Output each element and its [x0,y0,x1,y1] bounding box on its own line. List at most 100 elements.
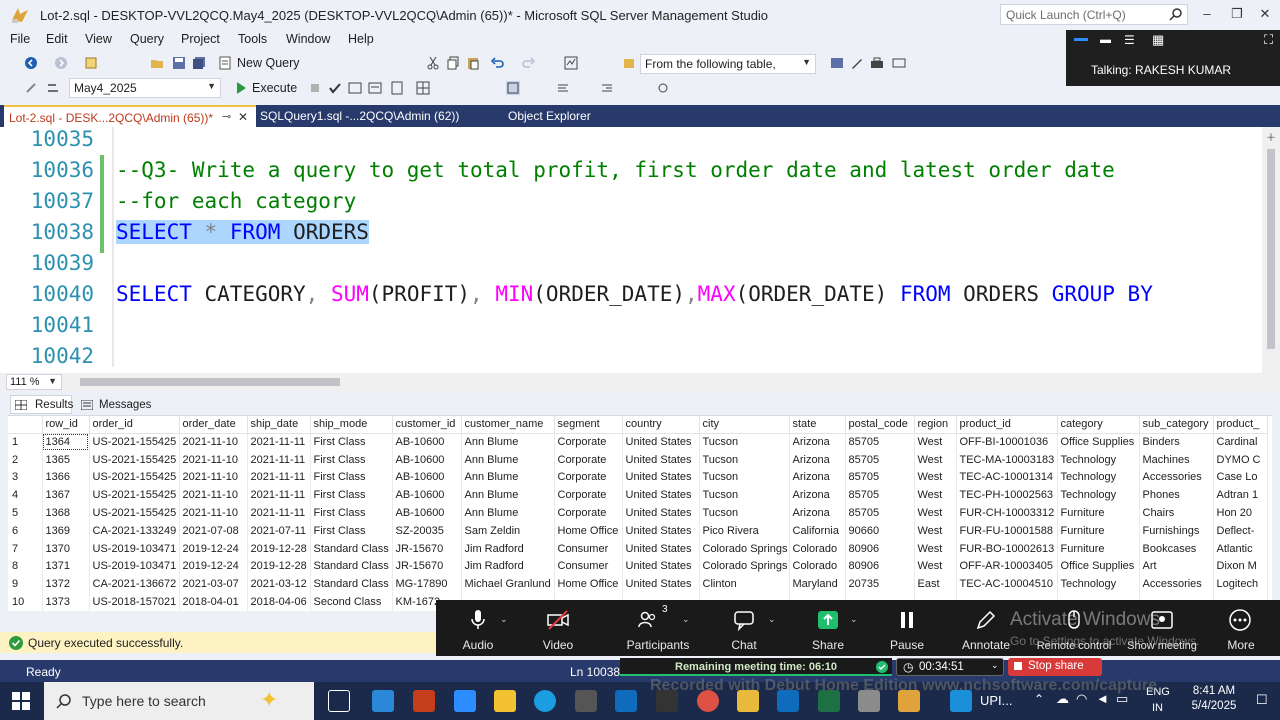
table-cell[interactable]: Technology [1057,468,1140,487]
row-number-cell[interactable]: 6 [8,521,43,540]
column-header[interactable]: order_date [179,416,248,434]
table-cell[interactable]: 2021-11-11 [247,504,311,522]
table-cell[interactable]: AB-10600 [392,468,462,487]
table-cell[interactable]: Tucson [699,468,790,487]
task-view-icon[interactable] [328,690,350,712]
specify-values-icon[interactable] [656,81,670,95]
table-cell[interactable]: 2021-11-10 [179,450,248,469]
comment-out-icon[interactable] [556,81,570,95]
table-cell[interactable]: Ann Blume [461,468,555,487]
table-cell[interactable]: Corporate [554,468,623,487]
table-cell[interactable]: First Class [310,468,393,487]
editor-vertical-scrollbar[interactable]: ＋ [1262,127,1280,373]
table-cell[interactable]: Jim Radford [461,557,555,576]
table-cell[interactable]: Binders [1139,433,1214,451]
table-cell[interactable]: Phones [1139,486,1214,505]
table-cell[interactable]: 1367 [42,486,90,505]
table-cell[interactable]: Furniture [1057,539,1140,558]
table-cell[interactable]: Arizona [789,504,846,522]
table-cell[interactable]: 1364 [42,433,90,451]
table-cell[interactable]: 2021-11-10 [179,486,248,505]
windows-start-icon[interactable] [12,692,30,710]
find-icon[interactable] [622,56,636,70]
table-cell[interactable]: First Class [310,450,393,469]
pause-button[interactable]: Pause [867,600,947,656]
new-project-icon[interactable] [84,56,98,70]
table-cell[interactable]: Logitech [1213,575,1268,594]
table-cell[interactable]: Dixon M [1213,557,1268,576]
table-cell[interactable]: TEC-PH-10002563 [956,486,1058,505]
minimize-indicator-icon[interactable] [1074,38,1088,41]
menu-window[interactable]: Window [286,32,330,46]
table-cell[interactable]: Furnishings [1139,521,1214,540]
database-combo[interactable]: May4_2025 ▼ [69,78,221,98]
table-cell[interactable]: Pico Rivera [699,521,790,540]
table-cell[interactable]: Art [1139,557,1214,576]
table-cell[interactable]: 85705 [845,433,915,451]
audio-button[interactable]: ⌄ Audio [438,600,518,656]
powerpoint-icon[interactable] [413,690,435,712]
column-header[interactable]: country [622,416,700,434]
table-cell[interactable]: 80906 [845,539,915,558]
save-all-icon[interactable] [192,56,206,70]
options-icon[interactable] [892,56,906,70]
chevron-up-icon[interactable]: ⌄ [768,614,776,625]
table-cell[interactable]: JR-15670 [392,539,462,558]
row-number-cell[interactable]: 5 [8,504,43,522]
table-cell[interactable]: Consumer [554,539,623,558]
table-cell[interactable]: Technology [1057,575,1140,594]
table-cell[interactable]: TEC-AC-10004510 [956,575,1058,594]
table-cell[interactable]: Office Supplies [1057,433,1140,451]
table-cell[interactable]: Standard Class [310,539,393,558]
copy-icon[interactable] [446,56,460,70]
view-icon[interactable]: ▬ [1100,34,1111,46]
results-to-grid-icon[interactable] [416,81,430,95]
maximize-button[interactable]: ❐ [1228,6,1246,22]
column-header[interactable]: city [699,416,790,434]
table-cell[interactable]: 2021-11-11 [247,486,311,505]
results-grid-selected-icon[interactable] [506,81,520,95]
close-button[interactable]: ✕ [1256,6,1274,22]
table-cell[interactable]: Standard Class [310,575,393,594]
table-cell[interactable]: US-2021-155425 [89,450,180,469]
table-cell[interactable]: 1373 [42,593,90,611]
column-header[interactable]: sub_category [1139,416,1214,434]
save-icon[interactable] [172,56,186,70]
table-cell[interactable]: Accessories [1139,575,1214,594]
scroll-thumb[interactable] [1267,149,1275,349]
table-cell[interactable]: 2019-12-24 [179,557,248,576]
video-button[interactable]: Video [518,600,598,656]
menu-tools[interactable]: Tools [238,32,267,46]
table-cell[interactable]: Arizona [789,450,846,469]
table-cell[interactable]: West [914,468,957,487]
change-connection-icon[interactable] [46,81,60,95]
table-cell[interactable]: OFF-AR-10003405 [956,557,1058,576]
table-cell[interactable]: Ann Blume [461,450,555,469]
table-cell[interactable]: 2021-11-11 [247,450,311,469]
table-cell[interactable]: Sam Zeldin [461,521,555,540]
stop-icon[interactable] [308,81,322,95]
table-cell[interactable]: 1366 [42,468,90,487]
system-clock[interactable]: 8:41 AM 5/4/2025 [1182,685,1246,712]
table-row[interactable]: 4 1367 US-2021-155425 2021-11-10 2021-11-11 F… [8,486,1268,505]
table-cell[interactable]: 2021-11-10 [179,468,248,487]
table-cell[interactable]: Tucson [699,504,790,522]
chevron-up-icon[interactable]: ⌄ [850,614,858,625]
table-cell[interactable]: US-2021-155425 [89,504,180,522]
row-number-cell[interactable]: 2 [8,450,43,469]
new-query-icon[interactable] [218,56,232,70]
table-cell[interactable]: 90660 [845,521,915,540]
column-header[interactable]: state [789,416,846,434]
table-cell[interactable]: FUR-FU-10001588 [956,521,1058,540]
table-cell[interactable]: 85705 [845,450,915,469]
table-cell[interactable]: AB-10600 [392,504,462,522]
table-cell[interactable]: 2018-04-06 [247,593,311,611]
table-cell[interactable]: Jim Radford [461,539,555,558]
row-number-cell[interactable]: 8 [8,557,43,576]
gallery-view-icon[interactable]: ▦ [1152,32,1164,48]
table-cell[interactable]: 2019-12-28 [247,557,311,576]
table-cell[interactable]: 2021-11-11 [247,433,311,451]
table-cell[interactable]: California [789,521,846,540]
table-cell[interactable]: 2021-03-07 [179,575,248,594]
table-cell[interactable]: West [914,557,957,576]
